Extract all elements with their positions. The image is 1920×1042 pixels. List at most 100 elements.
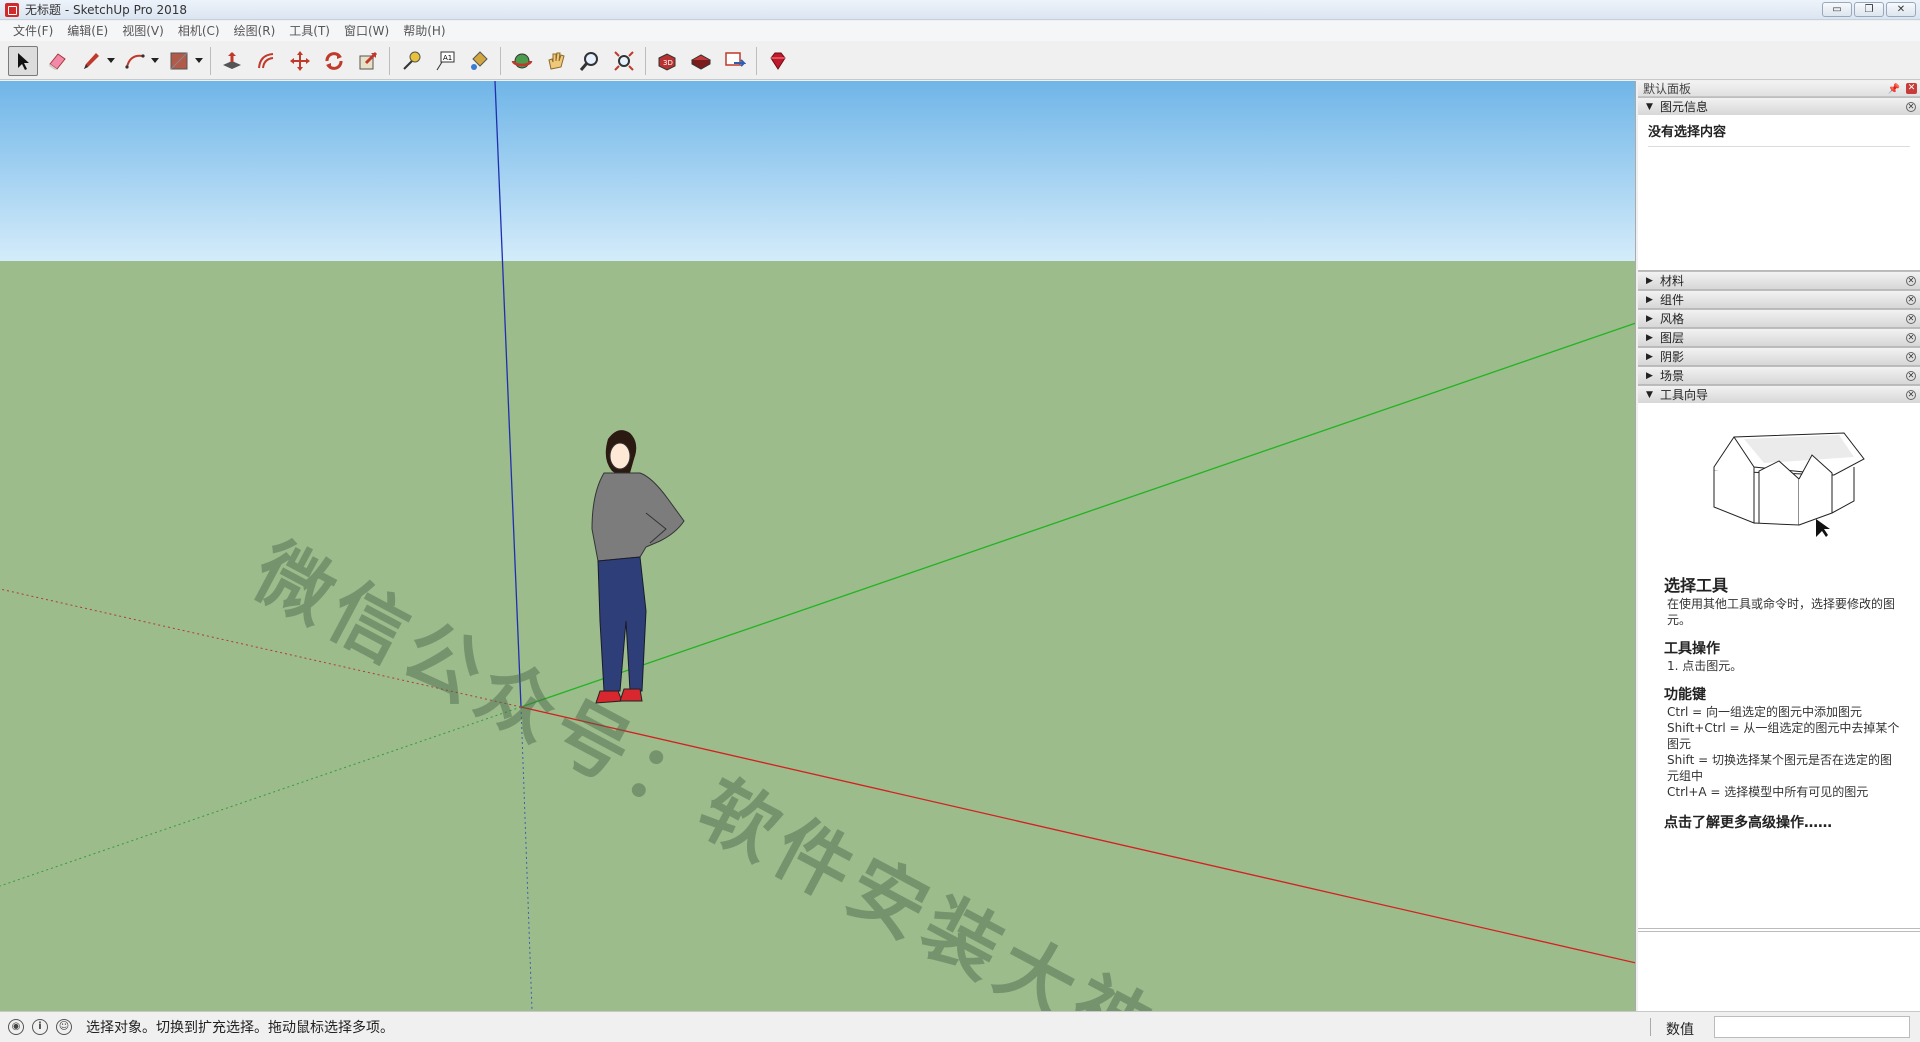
- rotate-tool-button[interactable]: [319, 46, 349, 76]
- status-message: 选择对象。切换到扩充选择。拖动鼠标选择多项。: [86, 1020, 394, 1036]
- tray-close-icon[interactable]: ✕: [1906, 333, 1916, 343]
- zoom-tool-button[interactable]: [575, 46, 605, 76]
- tray-close-icon[interactable]: ✕: [1906, 371, 1916, 381]
- tray-label: 组件: [1660, 293, 1685, 307]
- collapsed-arrow-icon: ▶: [1646, 371, 1653, 381]
- ruby-console-button[interactable]: [763, 46, 793, 76]
- tool-operations-heading: 工具操作: [1664, 641, 1720, 657]
- status-divider: [1650, 1018, 1651, 1036]
- instructor-header[interactable]: ▼ 工具向导 ✕: [1638, 385, 1920, 403]
- panel-divider: [1638, 928, 1920, 932]
- push-pull-tool-button[interactable]: [217, 46, 247, 76]
- scale-icon: [359, 51, 378, 69]
- user-account-icon[interactable]: ☺: [56, 1019, 72, 1035]
- move-tool-button[interactable]: [285, 46, 315, 76]
- window-controls: ▭ ❐ ✕: [1822, 2, 1916, 17]
- tray-header-scenes[interactable]: ▶ 场景 ✕: [1638, 366, 1920, 384]
- tray-header-components[interactable]: ▶ 组件 ✕: [1638, 290, 1920, 308]
- eraser-tool-button[interactable]: [42, 46, 72, 76]
- menu-tools[interactable]: 工具(T): [282, 21, 337, 41]
- arc-tool-button[interactable]: [120, 46, 150, 76]
- tray-close-icon[interactable]: ✕: [1906, 102, 1916, 112]
- modifier-key-line: Ctrl+A = 选择模型中所有可见的图元: [1667, 785, 1869, 799]
- warehouse-button[interactable]: 3D: [652, 46, 682, 76]
- menu-help[interactable]: 帮助(H): [396, 21, 452, 41]
- collapsed-arrow-icon: ▶: [1646, 352, 1653, 362]
- menu-window[interactable]: 窗口(W): [337, 21, 396, 41]
- tray-header-shadows[interactable]: ▶ 阴影 ✕: [1638, 347, 1920, 365]
- tray-close-icon[interactable]: ✕: [1906, 390, 1916, 400]
- restore-button[interactable]: ❐: [1854, 2, 1884, 17]
- menu-view[interactable]: 视图(V): [115, 21, 171, 41]
- warehouse-icon: 3D: [658, 52, 676, 71]
- pan-icon: [548, 52, 565, 70]
- pencil-tool-button[interactable]: [76, 46, 106, 76]
- advanced-operations-link[interactable]: 点击了解更多高级操作……: [1664, 812, 1902, 832]
- select-tool-illustration-icon: [1713, 432, 1865, 537]
- pan-tool-button[interactable]: [541, 46, 571, 76]
- scale-tool-button[interactable]: [353, 46, 383, 76]
- extension-warehouse-button[interactable]: [686, 46, 716, 76]
- shape-dropdown[interactable]: [194, 46, 204, 76]
- select-tool-button[interactable]: [8, 45, 38, 76]
- title-bar: 无标题 - SketchUp Pro 2018 ▭ ❐ ✕: [0, 0, 1920, 20]
- modifier-key-line: Shift = 切换选择某个图元是否在选定的图元组中: [1667, 753, 1892, 783]
- tray-header-layers[interactable]: ▶ 图层 ✕: [1638, 328, 1920, 346]
- orbit-tool-button[interactable]: [507, 46, 537, 76]
- info-icon[interactable]: i: [32, 1019, 48, 1035]
- main-toolbar: A1 3D: [0, 42, 1920, 80]
- arc-icon: [125, 53, 145, 69]
- toolbar-separator: [500, 46, 501, 75]
- window-title: 无标题 - SketchUp Pro 2018: [25, 3, 187, 17]
- close-icon[interactable]: ✕: [1906, 83, 1917, 94]
- close-button[interactable]: ✕: [1886, 2, 1916, 17]
- tray-shadows: ▶ 阴影 ✕: [1638, 347, 1920, 366]
- tray-label: 图层: [1660, 331, 1685, 345]
- toolbar-separator: [756, 46, 757, 75]
- entity-info-header[interactable]: ▼ 图元信息 ✕: [1638, 97, 1920, 115]
- geo-location-icon[interactable]: ◉: [8, 1019, 24, 1035]
- select-icon: [18, 52, 29, 70]
- entity-info-body: 没有选择内容: [1638, 115, 1920, 270]
- shape-tool-button[interactable]: [164, 46, 194, 76]
- sky: [0, 81, 1635, 261]
- measurements-label: 数值: [1666, 1022, 1694, 1038]
- pin-icon[interactable]: 📌: [1888, 82, 1900, 98]
- model-viewport[interactable]: 微信公众号：软件安装大神: [0, 81, 1636, 1011]
- menu-draw[interactable]: 绘图(R): [227, 21, 283, 41]
- arc-dropdown[interactable]: [150, 46, 160, 76]
- tray-header-materials[interactable]: ▶ 材料 ✕: [1638, 271, 1920, 289]
- measurements-input[interactable]: [1714, 1016, 1910, 1038]
- sketchup-app-icon: [5, 2, 19, 17]
- paint-bucket-tool-button[interactable]: [464, 46, 494, 76]
- pencil-icon: [84, 52, 99, 69]
- default-tray-panel: 默认面板 📌 ✕ ▼ 图元信息 ✕ 没有选择内容 ▶ 材料 ✕ ▶ 组件 ✕ ▶…: [1638, 81, 1920, 1011]
- instructor-tray: ▼ 工具向导 ✕ 选择工具 在使用其他工具或命令时，选择要修改的图元。 工具操作…: [1638, 385, 1920, 832]
- tray-styles: ▶ 风格 ✕: [1638, 309, 1920, 328]
- tray-close-icon[interactable]: ✕: [1906, 276, 1916, 286]
- tray-panel-header: 默认面板 📌 ✕: [1638, 81, 1920, 97]
- entity-info-label: 图元信息: [1660, 100, 1709, 114]
- tray-header-styles[interactable]: ▶ 风格 ✕: [1638, 309, 1920, 327]
- menu-file[interactable]: 文件(F): [6, 21, 60, 41]
- collapsed-arrow-icon: ▶: [1646, 276, 1653, 286]
- pencil-dropdown[interactable]: [106, 46, 116, 76]
- zoom-extents-tool-button[interactable]: [609, 46, 639, 76]
- minimize-button[interactable]: ▭: [1822, 2, 1852, 17]
- tray-close-icon[interactable]: ✕: [1906, 352, 1916, 362]
- tray-panel-title: 默认面板: [1643, 82, 1692, 96]
- instructor-title: 选择工具: [1664, 576, 1729, 595]
- offset-tool-button[interactable]: [251, 46, 281, 76]
- orbit-icon: [511, 53, 533, 68]
- tray-close-icon[interactable]: ✕: [1906, 314, 1916, 324]
- send-to-layout-button[interactable]: [720, 46, 750, 76]
- tape-measure-icon: [403, 51, 421, 70]
- tray-label: 场景: [1660, 369, 1685, 383]
- tool-operations-step: 1. 点击图元。: [1667, 659, 1743, 673]
- tray-close-icon[interactable]: ✕: [1906, 295, 1916, 305]
- menu-camera[interactable]: 相机(C): [171, 21, 227, 41]
- push-pull-icon: [223, 51, 241, 69]
- tape-measure-tool-button[interactable]: [396, 46, 426, 76]
- menu-edit[interactable]: 编辑(E): [60, 21, 115, 41]
- text-tool-button[interactable]: A1: [430, 46, 460, 76]
